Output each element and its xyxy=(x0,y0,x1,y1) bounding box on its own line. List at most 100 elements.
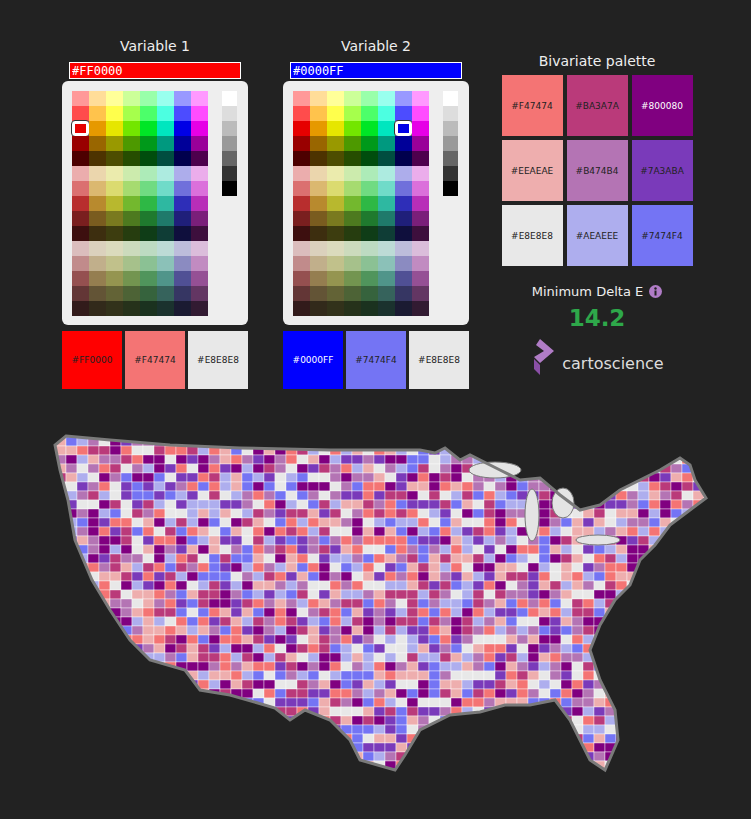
county-cell[interactable] xyxy=(517,563,528,572)
county-cell[interactable] xyxy=(484,608,495,617)
county-cell[interactable] xyxy=(605,617,616,626)
county-cell[interactable] xyxy=(231,473,242,482)
swatch[interactable] xyxy=(310,301,327,316)
county-cell[interactable] xyxy=(319,464,330,473)
swatch[interactable] xyxy=(174,241,191,256)
county-cell[interactable] xyxy=(297,500,308,509)
county-cell[interactable] xyxy=(330,464,341,473)
county-cell[interactable] xyxy=(132,563,143,572)
county-cell[interactable] xyxy=(583,482,594,491)
county-cell[interactable] xyxy=(44,509,55,518)
county-cell[interactable] xyxy=(495,527,506,536)
swatch[interactable] xyxy=(123,196,140,211)
county-cell[interactable] xyxy=(220,518,231,527)
county-cell[interactable] xyxy=(407,428,418,437)
county-cell[interactable] xyxy=(330,635,341,644)
county-cell[interactable] xyxy=(374,626,385,635)
county-cell[interactable] xyxy=(286,599,297,608)
county-cell[interactable] xyxy=(704,455,715,464)
swatch[interactable] xyxy=(361,256,378,271)
county-cell[interactable] xyxy=(506,581,517,590)
county-cell[interactable] xyxy=(649,608,660,617)
county-cell[interactable] xyxy=(220,527,231,536)
county-cell[interactable] xyxy=(253,599,264,608)
county-cell[interactable] xyxy=(319,617,330,626)
county-cell[interactable] xyxy=(44,536,55,545)
county-cell[interactable] xyxy=(154,509,165,518)
gray-swatch[interactable] xyxy=(443,181,458,196)
county-cell[interactable] xyxy=(484,446,495,455)
county-cell[interactable] xyxy=(451,554,462,563)
county-cell[interactable] xyxy=(462,617,473,626)
county-cell[interactable] xyxy=(550,653,561,662)
county-cell[interactable] xyxy=(55,536,66,545)
county-cell[interactable] xyxy=(649,626,660,635)
county-cell[interactable] xyxy=(352,518,363,527)
county-cell[interactable] xyxy=(671,590,682,599)
swatch[interactable] xyxy=(327,151,344,166)
swatch[interactable] xyxy=(378,301,395,316)
county-cell[interactable] xyxy=(242,662,253,671)
county-cell[interactable] xyxy=(605,527,616,536)
swatch[interactable] xyxy=(378,136,395,151)
county-cell[interactable] xyxy=(418,581,429,590)
county-cell[interactable] xyxy=(275,455,286,464)
county-cell[interactable] xyxy=(451,599,462,608)
county-cell[interactable] xyxy=(495,428,506,437)
swatch[interactable] xyxy=(106,211,123,226)
county-cell[interactable] xyxy=(308,626,319,635)
county-cell[interactable] xyxy=(396,536,407,545)
county-cell[interactable] xyxy=(319,491,330,500)
county-cell[interactable] xyxy=(363,545,374,554)
county-cell[interactable] xyxy=(429,518,440,527)
swatch[interactable] xyxy=(106,271,123,286)
county-cell[interactable] xyxy=(286,554,297,563)
county-cell[interactable] xyxy=(154,464,165,473)
county-cell[interactable] xyxy=(275,527,286,536)
county-cell[interactable] xyxy=(605,509,616,518)
county-cell[interactable] xyxy=(605,653,616,662)
county-cell[interactable] xyxy=(286,455,297,464)
county-cell[interactable] xyxy=(209,473,220,482)
county-cell[interactable] xyxy=(572,464,583,473)
county-cell[interactable] xyxy=(44,662,55,671)
swatch[interactable] xyxy=(293,226,310,241)
swatch[interactable] xyxy=(395,121,412,136)
county-cell[interactable] xyxy=(275,509,286,518)
county-cell[interactable] xyxy=(286,608,297,617)
county-cell[interactable] xyxy=(484,500,495,509)
county-cell[interactable] xyxy=(682,446,693,455)
county-cell[interactable] xyxy=(121,518,132,527)
county-cell[interactable] xyxy=(176,482,187,491)
swatch[interactable] xyxy=(412,136,429,151)
county-cell[interactable] xyxy=(187,482,198,491)
county-cell[interactable] xyxy=(550,644,561,653)
county-cell[interactable] xyxy=(242,464,253,473)
county-cell[interactable] xyxy=(286,527,297,536)
county-cell[interactable] xyxy=(605,635,616,644)
county-cell[interactable] xyxy=(539,599,550,608)
swatch[interactable] xyxy=(106,256,123,271)
county-cell[interactable] xyxy=(143,518,154,527)
swatch[interactable] xyxy=(123,151,140,166)
county-cell[interactable] xyxy=(407,464,418,473)
county-cell[interactable] xyxy=(286,518,297,527)
county-cell[interactable] xyxy=(176,464,187,473)
county-cell[interactable] xyxy=(528,581,539,590)
county-cell[interactable] xyxy=(649,635,660,644)
county-cell[interactable] xyxy=(495,500,506,509)
county-cell[interactable] xyxy=(77,635,88,644)
county-cell[interactable] xyxy=(253,428,264,437)
county-cell[interactable] xyxy=(638,644,649,653)
county-cell[interactable] xyxy=(99,545,110,554)
county-cell[interactable] xyxy=(473,671,484,680)
swatch[interactable] xyxy=(310,181,327,196)
county-cell[interactable] xyxy=(660,437,671,446)
county-cell[interactable] xyxy=(605,482,616,491)
county-cell[interactable] xyxy=(440,482,451,491)
county-cell[interactable] xyxy=(462,527,473,536)
county-cell[interactable] xyxy=(693,563,704,572)
county-cell[interactable] xyxy=(462,536,473,545)
county-cell[interactable] xyxy=(143,635,154,644)
county-cell[interactable] xyxy=(561,662,572,671)
